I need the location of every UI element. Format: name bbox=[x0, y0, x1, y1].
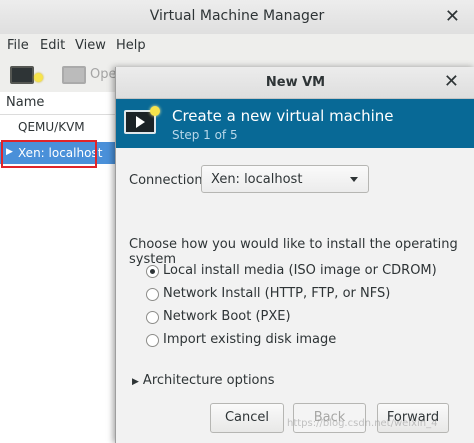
play-icon bbox=[136, 116, 145, 128]
dialog-titlebar: New VM ✕ bbox=[116, 67, 474, 99]
wizard-step: Step 1 of 5 bbox=[172, 128, 238, 142]
open-vm-icon[interactable] bbox=[62, 66, 86, 84]
radio-button[interactable] bbox=[146, 265, 159, 278]
menu-help[interactable]: Help bbox=[116, 38, 146, 53]
wizard-banner: Create a new virtual machine Step 1 of 5 bbox=[116, 99, 474, 148]
close-icon[interactable]: ✕ bbox=[445, 6, 460, 27]
connection-row-qemu[interactable]: QEMU/KVM bbox=[18, 120, 85, 134]
radio-button[interactable] bbox=[146, 288, 159, 301]
window-title: Virtual Machine Manager bbox=[149, 8, 325, 24]
menu-file[interactable]: File bbox=[7, 38, 29, 53]
menu-view[interactable]: View bbox=[75, 38, 106, 53]
watermark-text: https://blog.csdn.net/weixin_4 bbox=[287, 418, 438, 429]
main-titlebar: Virtual Machine Manager ✕ bbox=[0, 0, 474, 35]
connection-dropdown[interactable]: Xen: localhost bbox=[201, 165, 369, 193]
star-icon bbox=[150, 106, 160, 116]
radio-label[interactable]: Import existing disk image bbox=[163, 332, 336, 347]
expander-label: Architecture options bbox=[142, 373, 275, 388]
menu-edit[interactable]: Edit bbox=[40, 38, 65, 53]
radio-label[interactable]: Network Install (HTTP, FTP, or NFS) bbox=[163, 286, 390, 301]
wizard-heading: Create a new virtual machine bbox=[172, 107, 394, 125]
expand-arrow-icon: ▶ bbox=[132, 377, 139, 387]
open-button-label[interactable]: Ope bbox=[90, 67, 116, 82]
new-vm-icon[interactable] bbox=[10, 66, 43, 84]
radio-label[interactable]: Local install media (ISO image or CDROM) bbox=[163, 263, 437, 278]
name-column-header[interactable]: Name bbox=[6, 95, 44, 110]
cancel-button[interactable]: Cancel bbox=[210, 403, 284, 433]
close-icon[interactable]: ✕ bbox=[444, 71, 459, 92]
new-vm-dialog: New VM ✕ Create a new virtual machine St… bbox=[115, 67, 474, 443]
annotation-highlight-box bbox=[1, 140, 97, 168]
menu-bar: File Edit View Help bbox=[0, 34, 474, 58]
connection-dropdown-value: Xen: localhost bbox=[211, 172, 303, 187]
radio-label[interactable]: Network Boot (PXE) bbox=[163, 309, 291, 324]
chevron-down-icon bbox=[350, 177, 358, 182]
star-icon bbox=[34, 73, 43, 82]
dialog-title: New VM bbox=[265, 75, 326, 90]
radio-button[interactable] bbox=[146, 311, 159, 324]
architecture-options-expander[interactable]: ▶ Architecture options bbox=[132, 373, 275, 388]
radio-button[interactable] bbox=[146, 334, 159, 347]
connection-label: Connection: bbox=[129, 173, 207, 188]
